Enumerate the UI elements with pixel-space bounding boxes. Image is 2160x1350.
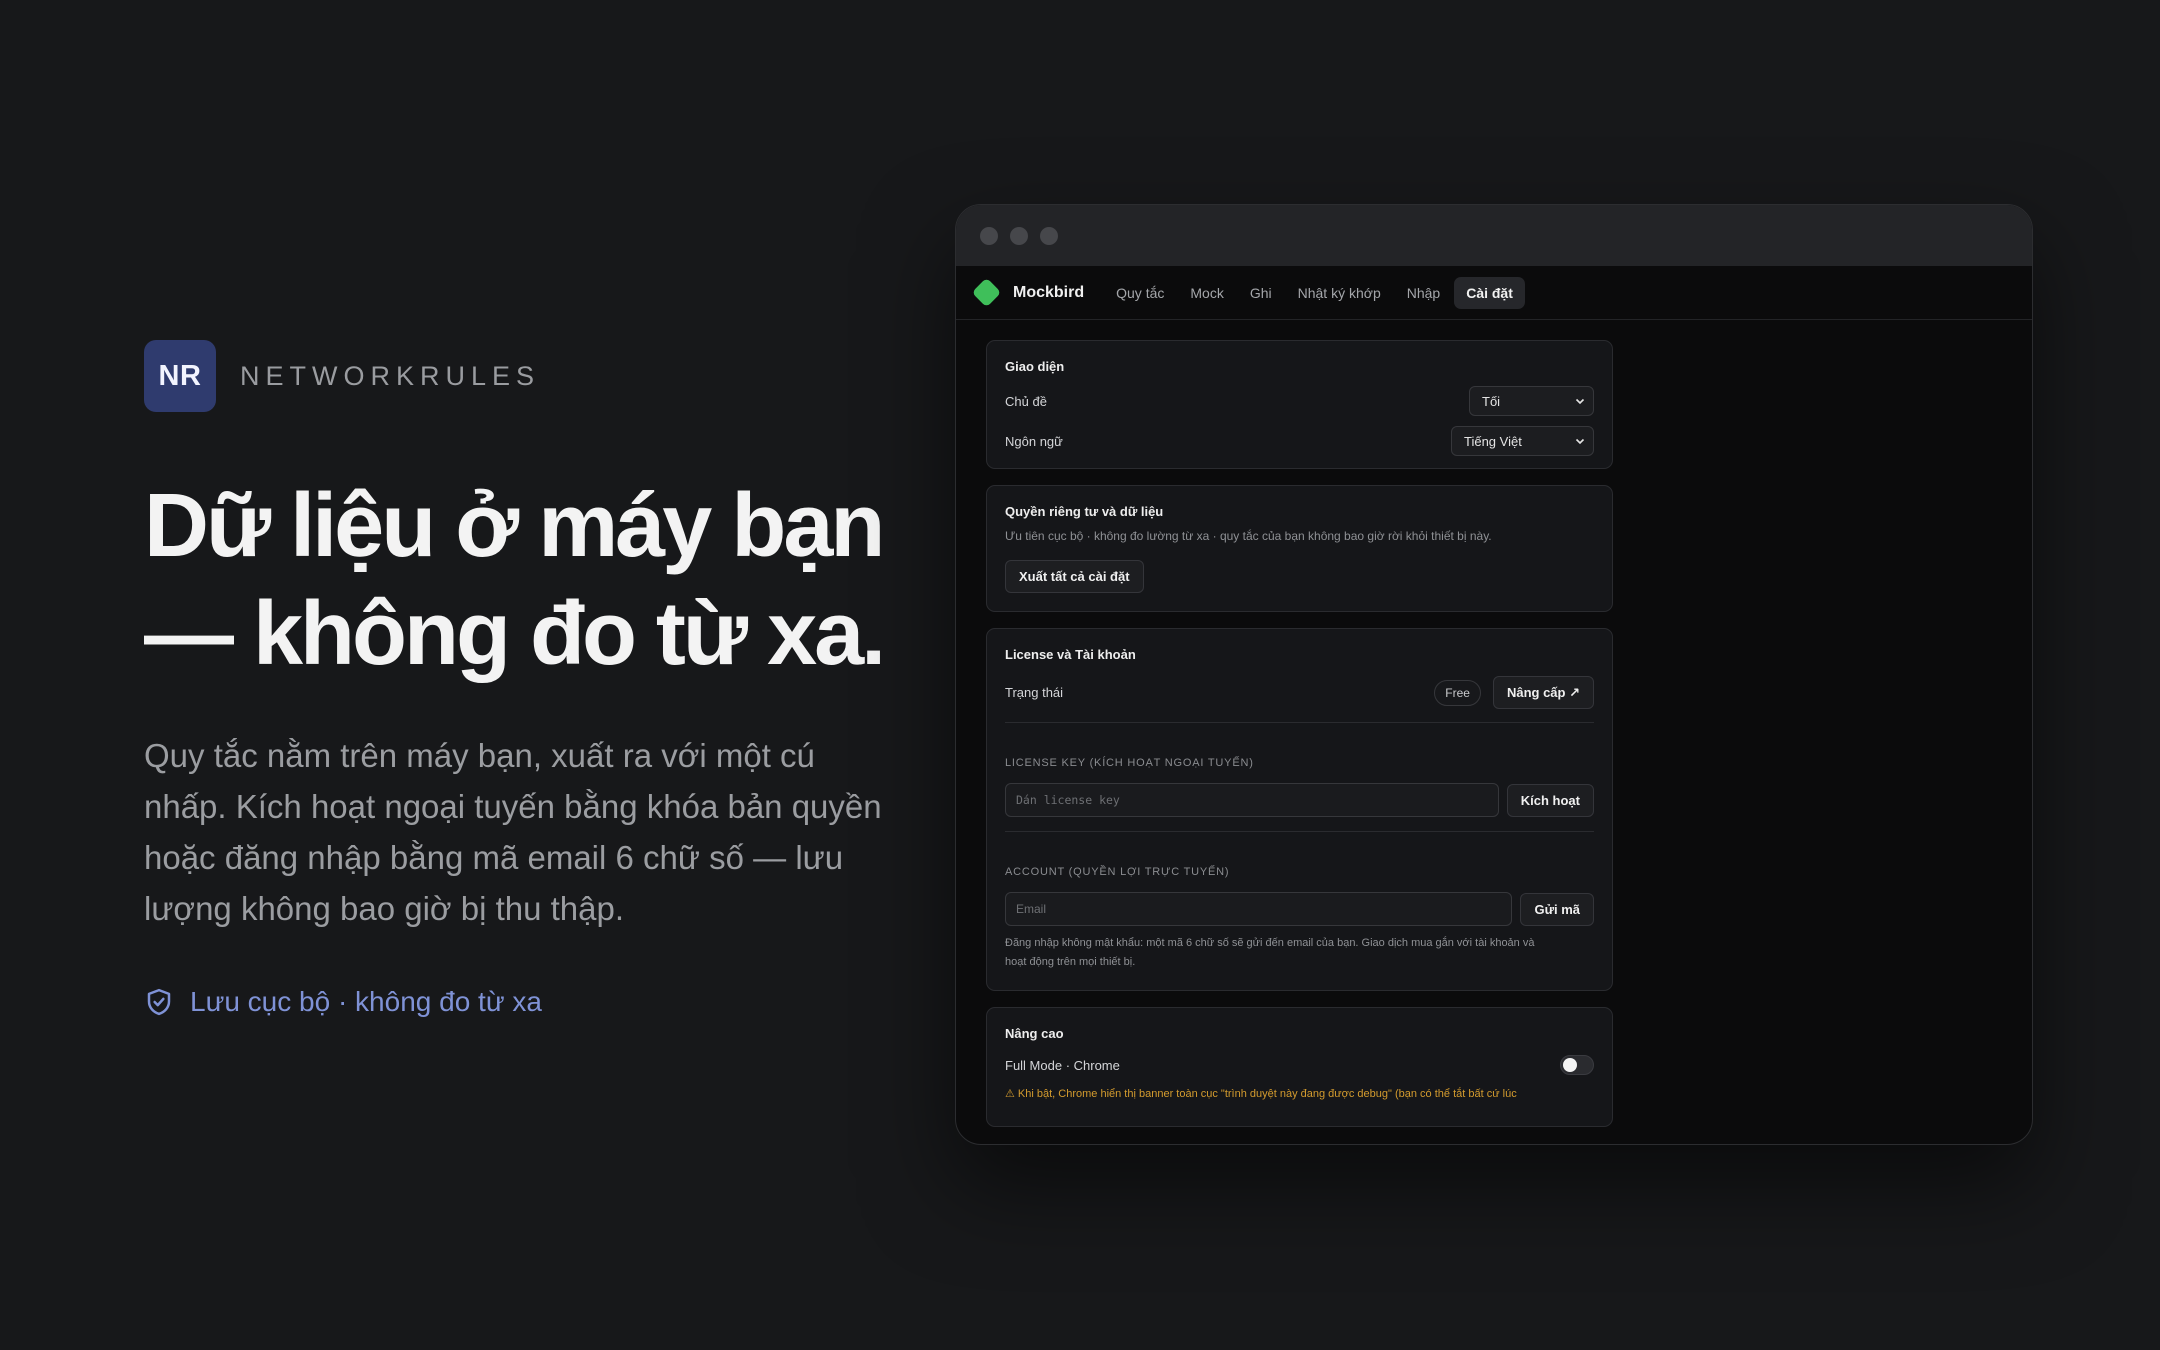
- theme-value: Tối: [1482, 393, 1501, 409]
- email-input[interactable]: Email: [1005, 892, 1513, 926]
- license-key-row: Dán license key Kích hoạt: [1005, 783, 1594, 817]
- status-badge: Free: [1434, 679, 1481, 706]
- status-row: Trạng thái Free Nâng cấp ↗: [1005, 676, 1594, 709]
- subtext-line: hoặc đăng nhập bằng mã email 6 chữ số — …: [144, 839, 844, 876]
- account-caption: ACCOUNT (QUYỀN LỢI TRỰC TUYẾN): [1005, 866, 1230, 878]
- theme-label: Chủ đề: [1005, 393, 1047, 409]
- full-mode-row: Full Mode · Chrome: [1005, 1055, 1594, 1075]
- status-label: Trạng thái: [1005, 685, 1064, 700]
- language-row: Ngôn ngữ Tiếng Việt: [1005, 426, 1594, 456]
- export-settings-button[interactable]: Xuất tất cả cài đặt: [1005, 560, 1144, 593]
- brand: NR NETWORKRULES: [144, 340, 904, 412]
- subtext-line: nhấp. Kích hoạt ngoại tuyến bằng khóa bả…: [144, 788, 882, 825]
- browser-window: Mockbird Quy tắc Mock Ghi Nhật ký khớp N…: [955, 204, 2033, 1145]
- shield-check-icon: [147, 988, 171, 1016]
- license-key-input[interactable]: Dán license key: [1005, 783, 1499, 817]
- full-mode-warning: ⚠ Khi bật, Chrome hiển thị banner toàn c…: [1005, 1088, 1517, 1100]
- brand-name: NETWORKRULES: [240, 360, 541, 391]
- nav-tab-match-log[interactable]: Nhật ký khớp: [1286, 277, 1393, 309]
- subtext-line: Quy tắc nằm trên máy bạn, xuất ra với mộ…: [144, 737, 815, 774]
- license-card: License và Tài khoản Trạng thái Free Nân…: [986, 628, 1613, 991]
- chevron-down-icon: [1575, 398, 1585, 405]
- email-row: Email Gửi mã: [1005, 892, 1594, 926]
- local-note-text: Lưu cục bộ · không đo từ xa: [190, 986, 542, 1017]
- local-note: Lưu cục bộ · không đo từ xa: [144, 986, 904, 1018]
- app-name: Mockbird: [1013, 283, 1085, 301]
- headline-line: — không đo từ xa.: [144, 584, 886, 684]
- card-title: Quyền riêng tư và dữ liệu: [1005, 504, 1164, 519]
- send-code-button[interactable]: Gửi mã: [1520, 892, 1594, 926]
- divider: [1005, 722, 1594, 723]
- hero: NR NETWORKRULES Dữ liệu ở máy bạn — khôn…: [144, 340, 904, 1018]
- app-nav: Mockbird Quy tắc Mock Ghi Nhật ký khớp N…: [956, 266, 2032, 320]
- settings-content: Giao diện Chủ đề Tối Ngôn ngữ Tiếng Việt…: [956, 320, 2032, 1127]
- language-label: Ngôn ngữ: [1005, 433, 1063, 449]
- nav-tab-mock[interactable]: Mock: [1178, 277, 1235, 309]
- theme-row: Chủ đề Tối: [1005, 386, 1594, 416]
- nav-tab-settings[interactable]: Cài đặt: [1454, 276, 1525, 309]
- subtext-line: lượng không bao giờ bị thu thập.: [144, 890, 625, 927]
- headline-line: Dữ liệu ở máy bạn: [144, 476, 885, 576]
- upgrade-button[interactable]: Nâng cấp ↗: [1492, 676, 1594, 709]
- nav-tab-import[interactable]: Nhập: [1395, 277, 1452, 309]
- card-title: License và Tài khoản: [1005, 647, 1136, 662]
- nav-tab-record[interactable]: Ghi: [1238, 277, 1284, 309]
- theme-select[interactable]: Tối: [1469, 386, 1594, 416]
- privacy-card: Quyền riêng tư và dữ liệu Ưu tiên cục bộ…: [986, 485, 1613, 612]
- chevron-down-icon: [1575, 438, 1585, 445]
- headline: Dữ liệu ở máy bạn — không đo từ xa.: [144, 472, 904, 688]
- toggle-knob: [1563, 1058, 1577, 1072]
- license-key-caption: LICENSE KEY (KÍCH HOẠT NGOẠI TUYẾN): [1005, 757, 1254, 769]
- activate-button[interactable]: Kích hoạt: [1506, 783, 1594, 817]
- card-title: Giao diện: [1005, 359, 1065, 374]
- appearance-card: Giao diện Chủ đề Tối Ngôn ngữ Tiếng Việt: [986, 340, 1613, 469]
- window-maximize-dot[interactable]: [1040, 226, 1058, 245]
- language-value: Tiếng Việt: [1464, 433, 1522, 449]
- nav-tab-rules[interactable]: Quy tắc: [1104, 277, 1176, 309]
- subtext: Quy tắc nằm trên máy bạn, xuất ra với mộ…: [144, 730, 904, 934]
- brand-badge: NR: [144, 340, 216, 412]
- account-note: Đăng nhập không mật khẩu: một mã 6 chữ s…: [1005, 934, 1594, 972]
- account-note-line: Đăng nhập không mật khẩu: một mã 6 chữ s…: [1005, 937, 1535, 949]
- full-mode-label: Full Mode · Chrome: [1005, 1057, 1120, 1073]
- privacy-description: Ưu tiên cục bộ · không đo lường từ xa · …: [1005, 529, 1492, 543]
- window-close-dot[interactable]: [980, 226, 998, 245]
- advanced-card: Nâng cao Full Mode · Chrome ⚠ Khi bật, C…: [986, 1007, 1613, 1127]
- account-note-line: hoạt động trên mọi thiết bị.: [1005, 956, 1136, 968]
- card-title: Nâng cao: [1005, 1026, 1064, 1041]
- window-titlebar: [956, 205, 2032, 266]
- full-mode-toggle[interactable]: [1560, 1055, 1594, 1075]
- window-minimize-dot[interactable]: [1010, 226, 1028, 245]
- language-select[interactable]: Tiếng Việt: [1451, 426, 1594, 456]
- divider: [1005, 831, 1594, 832]
- mockbird-logo-icon: [971, 277, 1002, 308]
